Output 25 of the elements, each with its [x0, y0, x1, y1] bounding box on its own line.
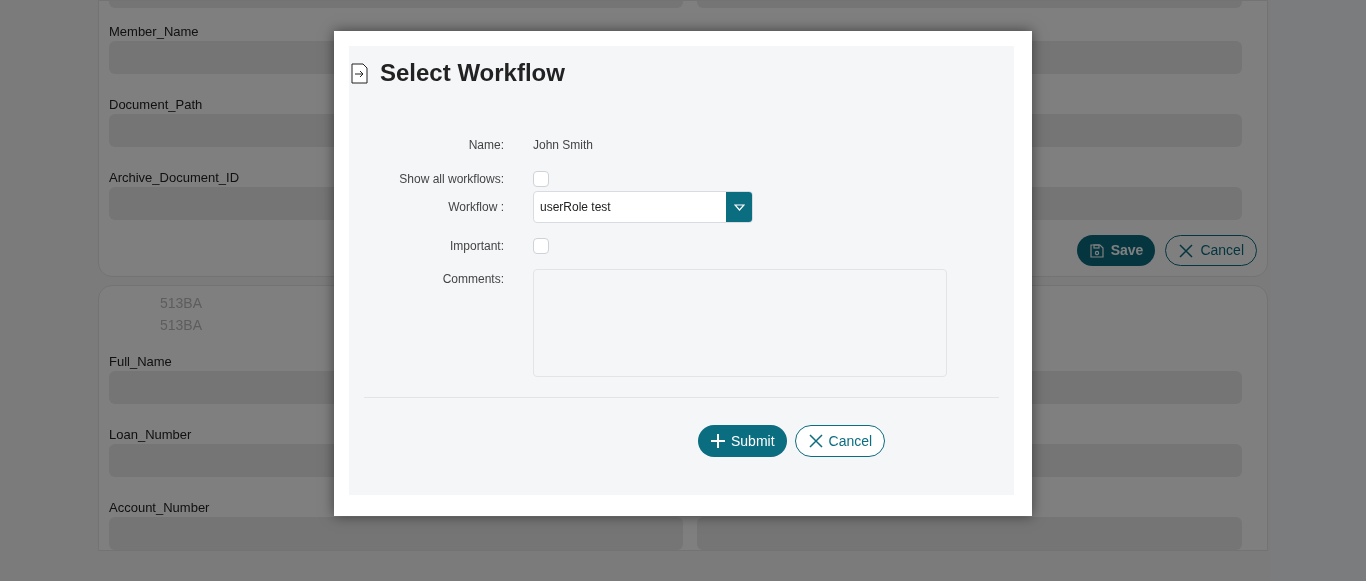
field-label: Comments: — [441, 271, 504, 288]
cancel-button[interactable]: Cancel — [794, 425, 886, 457]
workflow-dropdown[interactable]: userRole test — [533, 191, 753, 223]
text-field[interactable] — [697, 517, 1242, 550]
checkbox[interactable] — [533, 171, 549, 187]
field-label: Archive_Document_ID — [109, 170, 240, 185]
save-button[interactable]: Save — [1076, 235, 1156, 266]
submit-button[interactable]: Submit — [698, 425, 787, 457]
field-label: Account_Number — [109, 500, 210, 515]
field-label: Full_Name — [109, 354, 172, 369]
plus-icon — [710, 433, 726, 449]
caret-icon — [733, 203, 745, 211]
close-icon — [1178, 242, 1195, 259]
field-label: Show all workflows: — [398, 171, 504, 188]
text-field[interactable] — [109, 517, 683, 550]
dialog-title: Select Workflow — [380, 58, 565, 88]
field-label: Member_Name — [109, 24, 199, 39]
name-value: John Smith — [533, 137, 594, 154]
field-label: Document_Path — [109, 97, 203, 112]
field-label: Name: — [467, 137, 504, 154]
field-label: Important: — [448, 238, 504, 255]
field-label: Workflow : — [447, 199, 504, 216]
checkbox[interactable] — [533, 238, 549, 254]
close-icon — [807, 433, 824, 449]
field-label: Loan_Number — [109, 427, 192, 442]
